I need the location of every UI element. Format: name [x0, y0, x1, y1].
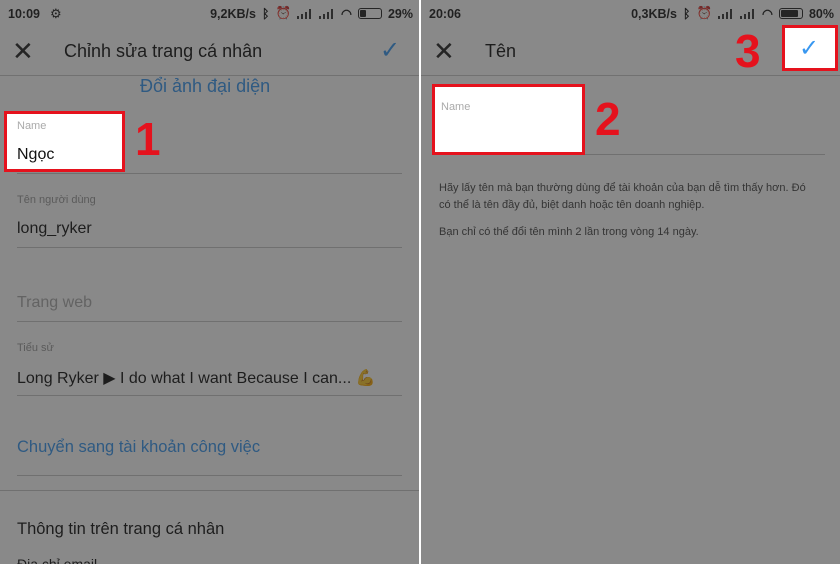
bio-value: Long Ryker ▶ I do what I want Because I … [17, 370, 376, 387]
highlight-box-confirm: ✓ [782, 25, 838, 71]
signal-icon [718, 8, 734, 19]
name-label: Name [17, 120, 47, 132]
signal-icon [319, 8, 335, 19]
divider [17, 475, 402, 476]
profile-info-heading: Thông tin trên trang cá nhân [17, 520, 225, 538]
page-title: Tên [485, 41, 517, 61]
app-bar: ✕ Tên [421, 28, 840, 76]
username-value: long_ryker [17, 220, 92, 237]
close-icon[interactable]: ✕ [12, 36, 34, 66]
signal-icon [297, 8, 313, 19]
step-number-2: 2 [595, 93, 621, 145]
network-speed: 0,3KB/s [631, 6, 677, 21]
wifi-icon: ◠ [762, 7, 773, 21]
step-number-3: 3 [735, 25, 761, 77]
name-input-placeholder[interactable]: Name [441, 101, 470, 113]
email-field-label[interactable]: Địa chỉ email [17, 556, 97, 564]
step-number-1: 1 [135, 113, 161, 165]
status-indicators: 0,3KB/s ᛒ ⏰ ◠ 80% [631, 6, 834, 21]
bluetooth-icon: ᛒ [261, 6, 270, 21]
alarm-icon: ⏰ [696, 6, 713, 20]
switch-account-link[interactable]: Chuyển sang tài khoản công việc [17, 438, 260, 457]
highlight-box-name-input: Name [432, 84, 585, 155]
status-time: 20:06 [429, 7, 461, 21]
page-title: Chỉnh sửa trang cá nhân [64, 41, 263, 61]
highlight-box-name: Name Ngọc [4, 111, 125, 172]
battery-icon [778, 8, 803, 19]
status-bar: 20:06 0,3KB/s ᛒ ⏰ ◠ 80% [421, 0, 840, 28]
settings-icon: ⚙ [50, 6, 62, 21]
alarm-icon: ⏰ [275, 6, 292, 20]
name-change-limit-text: Bạn chỉ có thể đổi tên mình 2 lần trong … [439, 226, 699, 238]
battery-level: 29% [387, 6, 413, 21]
change-photo-link[interactable]: Đổi ảnh đại diện [140, 76, 270, 97]
signal-icon [740, 8, 756, 19]
status-indicators: 9,2KB/s ᛒ ⏰ ◠ 29% [210, 6, 413, 21]
screenshot-stage: 10:09 ⚙ 9,2KB/s ᛒ ⏰ ◠ 29% ✕ Chỉnh sửa tr… [0, 0, 840, 564]
username-label: Tên người dùng [17, 194, 96, 206]
edit-name-screen: 20:06 0,3KB/s ᛒ ⏰ ◠ 80% ✕ Tên Hãy lấy tê… [421, 0, 840, 564]
website-field[interactable]: Trang web [17, 262, 402, 322]
username-field[interactable]: Tên người dùng long_ryker [17, 190, 402, 248]
website-placeholder: Trang web [17, 294, 92, 311]
wifi-icon: ◠ [341, 7, 352, 21]
name-hint-text: Hãy lấy tên mà bạn thường dùng để tài kh… [439, 182, 806, 211]
bio-label: Tiểu sử [17, 342, 54, 354]
close-icon[interactable]: ✕ [433, 36, 455, 66]
name-value[interactable]: Ngọc [17, 146, 54, 164]
battery-level: 80% [808, 6, 834, 21]
status-time: 10:09 [8, 7, 40, 21]
divider [0, 490, 419, 491]
app-bar: ✕ Chỉnh sửa trang cá nhân ✓ [0, 28, 419, 76]
bluetooth-icon: ᛒ [682, 6, 691, 21]
network-speed: 9,2KB/s [210, 6, 256, 21]
bio-field[interactable]: Tiểu sử Long Ryker ▶ I do what I want Be… [17, 338, 402, 396]
status-bar: 10:09 ⚙ 9,2KB/s ᛒ ⏰ ◠ 29% [0, 0, 419, 28]
battery-icon [357, 8, 382, 19]
check-icon[interactable]: ✓ [380, 38, 400, 64]
edit-profile-screen: 10:09 ⚙ 9,2KB/s ᛒ ⏰ ◠ 29% ✕ Chỉnh sửa tr… [0, 0, 419, 564]
check-icon[interactable]: ✓ [799, 36, 819, 62]
